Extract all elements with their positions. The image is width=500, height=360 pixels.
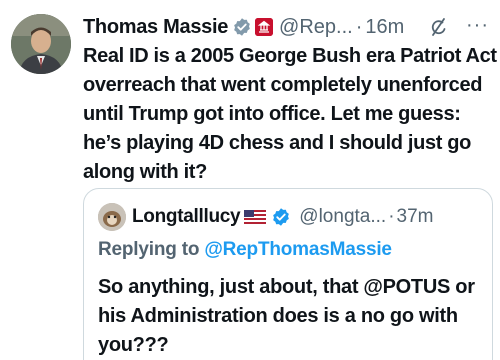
tweet-header: Thomas Massie @Rep... · 16m ··· (83, 14, 493, 40)
author-avatar[interactable] (11, 14, 71, 74)
grok-icon[interactable] (427, 15, 451, 39)
quoted-tweet[interactable]: Longtalllucy @longta... · 37m Replying t… (83, 188, 493, 360)
verified-badge-icon[interactable] (271, 207, 291, 227)
quoted-author-handle[interactable]: @longta... (299, 206, 386, 228)
us-flag-icon (244, 210, 267, 224)
author-handle[interactable]: @Rep... (279, 16, 353, 39)
verified-badge-icon[interactable] (232, 17, 252, 37)
tweet-text: Real ID is a 2005 George Bush era Patrio… (83, 45, 497, 183)
quoted-tweet-header: Longtalllucy @longta... · 37m (132, 204, 482, 230)
dot-separator: · (388, 206, 395, 227)
dot-separator: · (355, 15, 363, 38)
timestamp[interactable]: 16m (365, 16, 404, 39)
quoted-timestamp[interactable]: 37m (397, 206, 434, 228)
replying-to-mention-link[interactable]: @RepThomasMassie (204, 239, 392, 260)
more-options-icon[interactable]: ··· (466, 14, 489, 37)
quoted-author-avatar[interactable] (98, 203, 126, 231)
quoted-author-name[interactable]: Longtalllucy (132, 206, 241, 228)
quoted-tweet-text: So anything, just about, that @POTUS or … (98, 276, 475, 356)
replying-to-label: Replying to (98, 239, 205, 260)
replying-to-line: Replying to @RepThomasMassie (98, 239, 392, 261)
author-name[interactable]: Thomas Massie (83, 16, 228, 39)
government-affiliation-icon[interactable] (255, 18, 274, 36)
